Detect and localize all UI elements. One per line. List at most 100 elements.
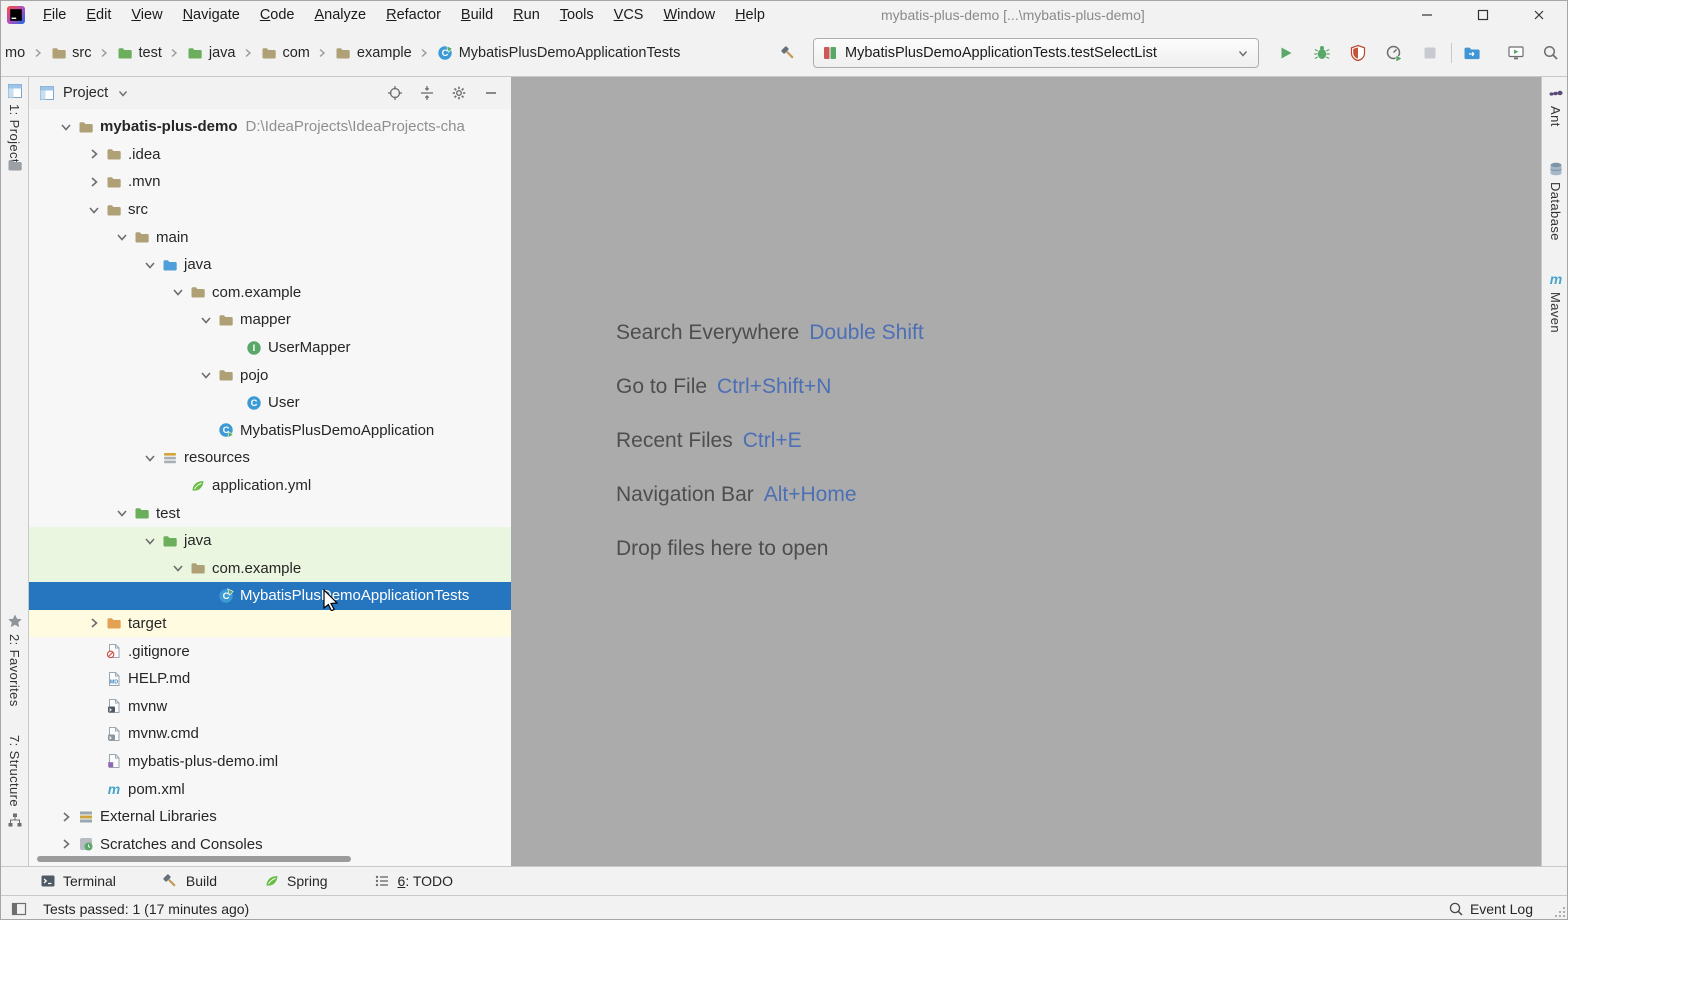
settings-button[interactable] [447, 81, 471, 105]
chevron-down-icon[interactable] [83, 202, 105, 218]
tree-row-pom-xml[interactable]: mpom.xml [29, 775, 511, 803]
menu-help[interactable]: Help [725, 7, 775, 23]
tree-row-usermapper[interactable]: IUserMapper [29, 334, 511, 362]
tree-row-src[interactable]: src [29, 196, 511, 224]
chevron-right-icon[interactable] [83, 174, 105, 190]
toolwindow-toggle-button[interactable] [7, 897, 31, 921]
tree-row-mvnw[interactable]: mvnw [29, 692, 511, 720]
stripe-button-structure[interactable]: 7: Structure [1, 735, 28, 828]
chevron-down-icon[interactable] [139, 450, 161, 466]
horizontal-scrollbar[interactable] [37, 856, 351, 862]
locate-file-button[interactable] [383, 81, 407, 105]
stripe-button-favorites[interactable]: 2: Favorites [1, 613, 28, 707]
search-everywhere-button[interactable] [1538, 40, 1564, 66]
minimize-button[interactable] [1399, 1, 1455, 29]
tree-row-resources[interactable]: resources [29, 444, 511, 472]
tree-row-target[interactable]: target [29, 610, 511, 638]
tree-row-pojo[interactable]: pojo [29, 361, 511, 389]
menu-file[interactable]: File [33, 7, 76, 23]
event-log-button[interactable]: Event Log [1448, 901, 1533, 917]
stripe-button-maven[interactable]: mMaven [1542, 271, 1568, 333]
tree-row-com-example[interactable]: com.example [29, 279, 511, 307]
menu-code[interactable]: Code [250, 7, 305, 23]
chevron-down-icon[interactable] [139, 257, 161, 273]
menu-analyze[interactable]: Analyze [305, 7, 377, 23]
stripe-button-project[interactable]: 1: Project [1, 83, 28, 163]
breadcrumb-item-com[interactable]: com [260, 45, 309, 62]
tree-row--idea[interactable]: .idea [29, 141, 511, 169]
stripe-button-ant[interactable]: Ant [1542, 85, 1568, 127]
coverage-button[interactable] [1345, 40, 1371, 66]
toolwindow-button-build[interactable]: Build [162, 873, 217, 890]
chevron-down-icon[interactable] [116, 86, 130, 100]
tree-row-java[interactable]: java [29, 251, 511, 279]
maximize-button[interactable] [1455, 1, 1511, 29]
tree-row-help-md[interactable]: MDHELP.md [29, 665, 511, 693]
tree-row-application-yml[interactable]: application.yml [29, 472, 511, 500]
tree-row-java[interactable]: java [29, 527, 511, 555]
chevron-right-icon[interactable] [55, 836, 77, 852]
tree-row-main[interactable]: main [29, 223, 511, 251]
menu-navigate[interactable]: Navigate [173, 7, 250, 23]
breadcrumb-item-src[interactable]: src [50, 45, 91, 62]
folder-tool-icon[interactable] [7, 157, 23, 173]
tree-row-mapper[interactable]: mapper [29, 306, 511, 334]
tree-row-mybatisplusdemoapplication[interactable]: CMybatisPlusDemoApplication [29, 417, 511, 445]
chevron-down-icon[interactable] [195, 312, 217, 328]
chevron-down-icon[interactable] [139, 533, 161, 549]
chevron-right-icon[interactable] [55, 809, 77, 825]
chevron-down-icon[interactable] [55, 119, 77, 135]
tree-item-label: mapper [240, 311, 291, 328]
run-anything-button[interactable] [1503, 40, 1529, 66]
tree-row-mvnw-cmd[interactable]: mvnw.cmd [29, 720, 511, 748]
menu-refactor[interactable]: Refactor [376, 7, 451, 23]
tree-row--gitignore[interactable]: .gitignore [29, 637, 511, 665]
chevron-down-icon[interactable] [111, 505, 133, 521]
project-folder-button[interactable] [1459, 40, 1485, 66]
breadcrumb-item-truncated[interactable]: mo [5, 45, 25, 61]
tree-row-external-libraries[interactable]: External Libraries [29, 803, 511, 831]
toolwindow-button-terminal[interactable]: Terminal [39, 873, 116, 890]
menu-tools[interactable]: Tools [550, 7, 604, 23]
collapse-all-button[interactable] [415, 81, 439, 105]
close-button[interactable] [1511, 1, 1567, 29]
chevron-down-icon[interactable] [167, 560, 189, 576]
tree-row-mybatisplusdemoapplicationtests[interactable]: CMybatisPlusDemoApplicationTests [29, 582, 511, 610]
chevron-right-icon[interactable] [83, 615, 105, 631]
hide-panel-button[interactable] [479, 81, 503, 105]
build-button[interactable] [775, 40, 801, 66]
menu-window[interactable]: Window [653, 7, 725, 23]
breadcrumb-item-example[interactable]: example [335, 45, 412, 62]
stripe-button-database[interactable]: Database [1542, 161, 1568, 241]
tree-row-com-example[interactable]: com.example [29, 555, 511, 583]
tree-row-user[interactable]: CUser [29, 389, 511, 417]
menu-edit[interactable]: Edit [76, 7, 121, 23]
chevron-down-icon[interactable] [111, 229, 133, 245]
search-icon [1542, 44, 1560, 62]
chevron-right-icon[interactable] [83, 146, 105, 162]
project-panel-title[interactable]: Project [63, 85, 108, 101]
tree-row--mvn[interactable]: .mvn [29, 168, 511, 196]
debug-button[interactable] [1309, 40, 1335, 66]
main-toolbar: mo src test java com example CMybatisPlusDemoA… [1, 29, 1567, 77]
tree-row-scratches-and-consoles[interactable]: Scratches and Consoles [29, 830, 511, 858]
chevron-down-icon[interactable] [195, 367, 217, 383]
menu-vcs[interactable]: VCS [604, 7, 654, 23]
run-button[interactable] [1273, 40, 1299, 66]
tree-row-mybatis-plus-demo-iml[interactable]: mybatis-plus-demo.iml [29, 748, 511, 776]
run-config-select[interactable]: MybatisPlusDemoApplicationTests.testSele… [813, 38, 1259, 68]
tree-row-test[interactable]: test [29, 499, 511, 527]
profiler-button[interactable] [1381, 40, 1407, 66]
menu-view[interactable]: View [121, 7, 172, 23]
resize-grip[interactable] [1553, 905, 1567, 919]
toolwindow-button-6-todo[interactable]: 6: TODO [374, 873, 454, 890]
stop-button[interactable] [1417, 40, 1443, 66]
chevron-down-icon[interactable] [167, 284, 189, 300]
breadcrumb-item-test[interactable]: test [117, 45, 162, 62]
breadcrumb-item-mybatisplusdemoapplicationtests[interactable]: CMybatisPlusDemoApplicationTests [437, 45, 681, 62]
tree-row-mybatis-plus-demo[interactable]: mybatis-plus-demoD:\IdeaProjects\IdeaPro… [29, 113, 511, 141]
menu-run[interactable]: Run [503, 7, 550, 23]
breadcrumb-item-java[interactable]: java [187, 45, 236, 62]
menu-build[interactable]: Build [451, 7, 503, 23]
toolwindow-button-spring[interactable]: Spring [263, 873, 327, 890]
